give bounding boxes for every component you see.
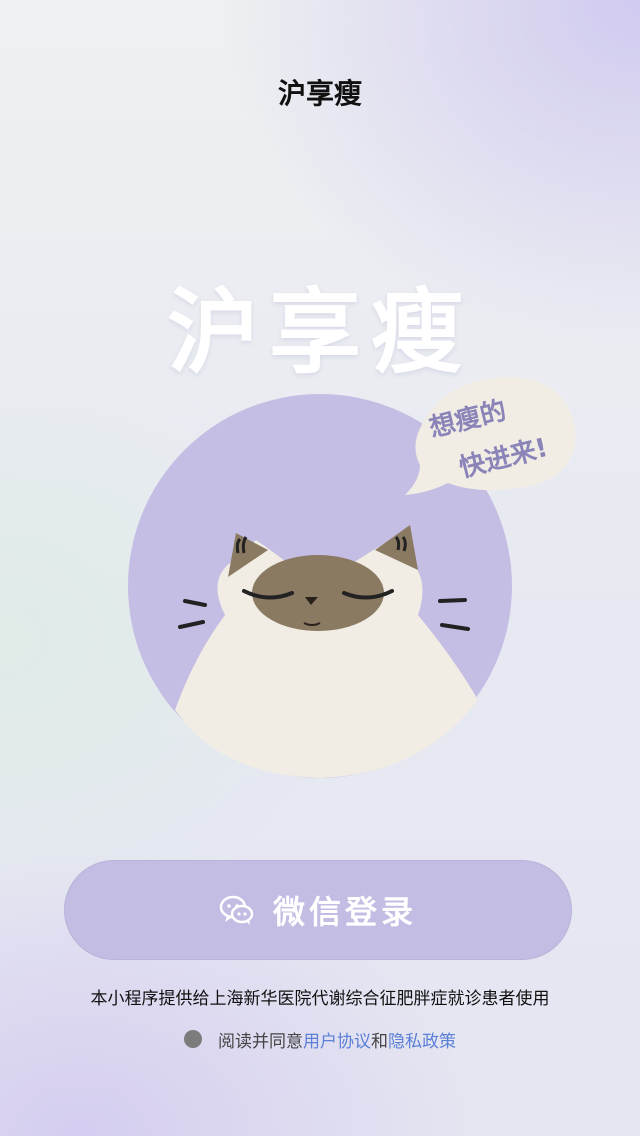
user-agreement-link[interactable]: 用户协议 [303, 1027, 371, 1052]
usage-notice: 本小程序提供给上海新华医院代谢综合征肥胖症就诊患者使用 [90, 989, 550, 1009]
login-button-label: 微信登录 [272, 893, 417, 931]
cat-face-mask [252, 555, 384, 631]
hero-illustration: 想瘦的 快进来! [128, 377, 576, 778]
agree-radio[interactable] [184, 1030, 202, 1048]
agreement-row: 阅读并同意 用户协议 和 隐私政策 [0, 1024, 640, 1054]
page-title: 沪享瘦 [277, 77, 362, 110]
agreement-conjunction: 和 [371, 1031, 388, 1052]
agreement-prefix: 阅读并同意 [218, 1031, 303, 1052]
wechat-icon [219, 895, 254, 925]
privacy-policy-link[interactable]: 隐私政策 [388, 1027, 456, 1052]
wechat-login-button[interactable]: 微信登录 [64, 860, 572, 960]
speech-bubble [405, 377, 576, 495]
